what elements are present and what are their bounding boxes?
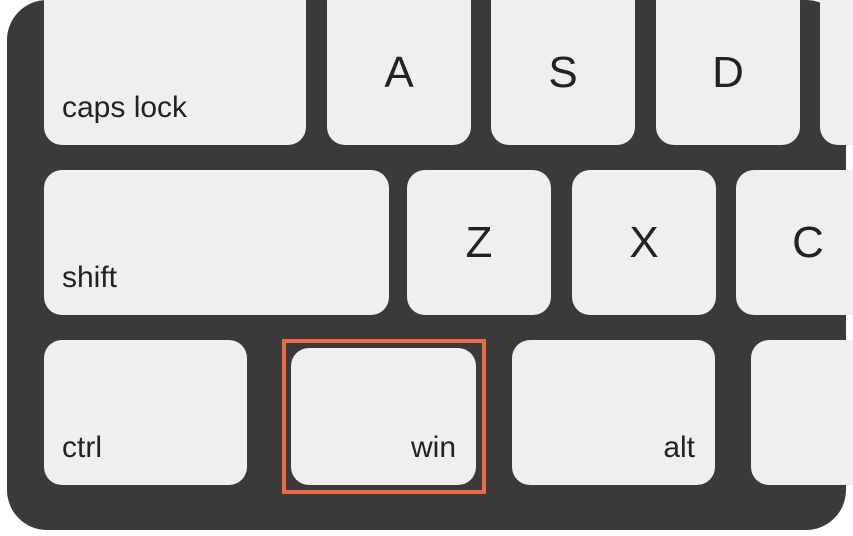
key-label: A	[384, 51, 413, 95]
key-z[interactable]: Z	[407, 170, 551, 315]
key-label: S	[548, 51, 577, 95]
key-f[interactable]	[820, 0, 853, 145]
key-x[interactable]: X	[572, 170, 716, 315]
key-ctrl[interactable]: ctrl	[44, 340, 247, 485]
key-label: C	[792, 221, 824, 265]
key-caps-lock[interactable]: caps lock	[44, 0, 306, 145]
key-label: ctrl	[62, 433, 102, 463]
key-label: shift	[62, 263, 117, 293]
key-label: caps lock	[62, 93, 187, 123]
key-d[interactable]: D	[656, 0, 800, 145]
key-label: alt	[663, 433, 695, 463]
key-c[interactable]: C	[736, 170, 853, 315]
key-label: Z	[466, 221, 493, 265]
key-label: X	[629, 221, 658, 265]
key-alt[interactable]: alt	[512, 340, 715, 485]
key-win[interactable]: win	[291, 348, 476, 485]
key-label: win	[411, 433, 456, 463]
key-label: D	[712, 51, 744, 95]
key-s[interactable]: S	[491, 0, 635, 145]
keyboard-panel: caps lock A S D shift Z X C ctrl win alt	[7, 0, 846, 530]
key-space[interactable]	[751, 340, 853, 485]
key-shift[interactable]: shift	[44, 170, 389, 315]
key-a[interactable]: A	[327, 0, 471, 145]
